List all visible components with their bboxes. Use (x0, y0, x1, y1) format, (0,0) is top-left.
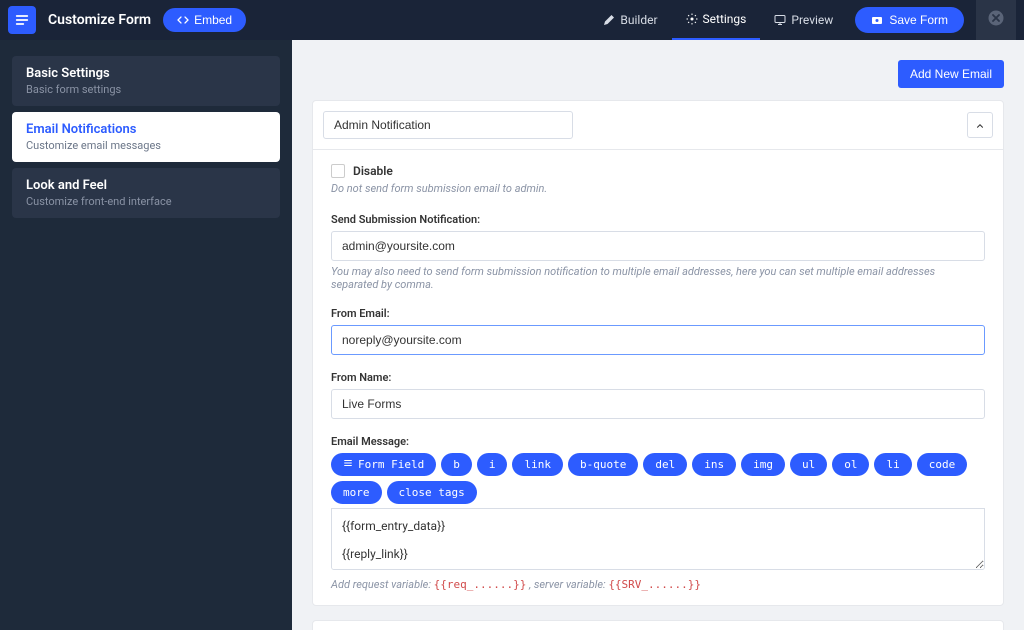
toolbar-b[interactable]: b (441, 453, 472, 476)
gear-icon (686, 13, 698, 25)
main: Basic Settings Basic form settings Email… (0, 40, 1024, 630)
sidebar-item-look-and-feel[interactable]: Look and Feel Customize front-end interf… (12, 168, 280, 218)
from-email-label: From Email: (331, 307, 985, 320)
save-icon (871, 14, 883, 26)
close-icon (987, 9, 1005, 31)
send-to-input[interactable] (331, 231, 985, 261)
toolbar-ul[interactable]: ul (790, 453, 827, 476)
toolbar-more[interactable]: more (331, 481, 382, 504)
chevron-up-icon (975, 116, 985, 135)
toolbar-del[interactable]: del (643, 453, 687, 476)
variable-hint: Add request variable: {{req_......}} , s… (331, 578, 985, 591)
from-name-label: From Name: (331, 371, 985, 384)
sidebar-item-email-notifications[interactable]: Email Notifications Customize email mess… (12, 112, 280, 162)
collapse-button[interactable] (967, 112, 993, 138)
toolbar-bquote[interactable]: b-quote (568, 453, 638, 476)
panel-header (313, 621, 1003, 630)
from-email-input[interactable] (331, 325, 985, 355)
toolbar-img[interactable]: img (741, 453, 785, 476)
monitor-icon (774, 14, 786, 26)
nav-preview[interactable]: Preview (760, 0, 847, 40)
panel-header (313, 101, 1003, 150)
close-button[interactable] (976, 0, 1016, 40)
toolbar-i[interactable]: i (477, 453, 508, 476)
sidebar-item-basic-settings[interactable]: Basic Settings Basic form settings (12, 56, 280, 106)
from-name-input[interactable] (331, 389, 985, 419)
send-to-hint: You may also need to send form submissio… (331, 265, 985, 291)
embed-button[interactable]: Embed (163, 8, 246, 32)
save-form-button[interactable]: Save Form (855, 7, 964, 33)
toolbar-closetags[interactable]: close tags (387, 481, 477, 504)
toolbar-ins[interactable]: ins (692, 453, 736, 476)
topbar: Customize Form Embed Builder Settings Pr… (0, 0, 1024, 40)
email-panel-user (312, 620, 1004, 630)
nav-builder[interactable]: Builder (589, 0, 671, 40)
content-area: Add New Email Disable Do not send form s… (292, 40, 1024, 630)
page-title: Customize Form (48, 12, 151, 28)
tools-icon (603, 14, 615, 26)
menu-icon (343, 458, 353, 471)
toolbar-form-field[interactable]: Form Field (331, 453, 436, 476)
toolbar-code[interactable]: code (917, 453, 968, 476)
app-logo (8, 6, 36, 34)
disable-checkbox[interactable] (331, 164, 345, 178)
toolbar-li[interactable]: li (874, 453, 911, 476)
send-to-label: Send Submission Notification: (331, 213, 985, 226)
toolbar-link[interactable]: link (512, 453, 563, 476)
editor-toolbar: Form Field b i link b-quote del ins img … (331, 453, 985, 504)
toolbar-ol[interactable]: ol (832, 453, 869, 476)
email-message-textarea[interactable] (331, 508, 985, 570)
disable-label: Disable (353, 164, 393, 178)
nav-settings[interactable]: Settings (672, 0, 761, 40)
email-message-label: Email Message: (331, 435, 985, 448)
sidebar: Basic Settings Basic form settings Email… (0, 40, 292, 630)
email-panel-admin: Disable Do not send form submission emai… (312, 100, 1004, 606)
add-new-email-button[interactable]: Add New Email (898, 60, 1004, 88)
email-title-input[interactable] (323, 111, 573, 139)
disable-hint: Do not send form submission email to adm… (331, 182, 985, 195)
code-icon (177, 14, 189, 26)
